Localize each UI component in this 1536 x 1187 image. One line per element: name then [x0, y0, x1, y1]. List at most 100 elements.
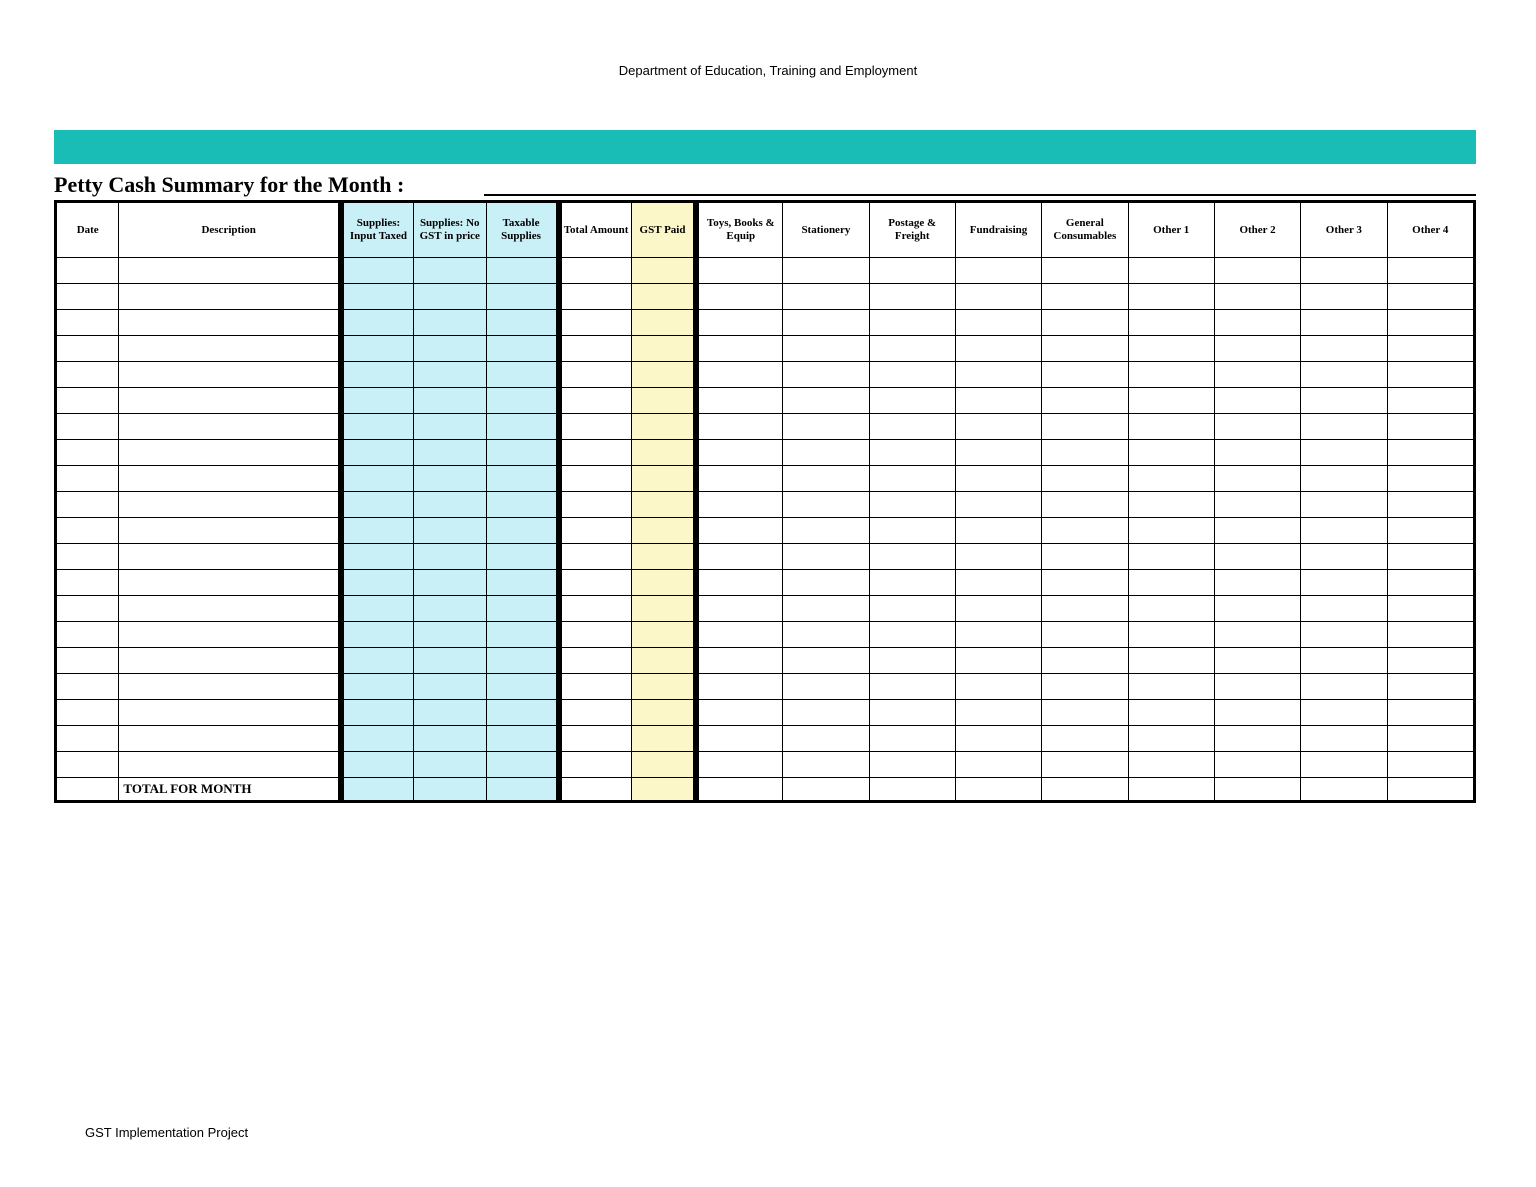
cell[interactable] [955, 310, 1041, 336]
cell[interactable] [955, 284, 1041, 310]
cell[interactable] [559, 518, 632, 544]
cell[interactable] [1042, 596, 1128, 622]
cell[interactable] [1042, 622, 1128, 648]
cell[interactable] [1387, 284, 1473, 310]
cell[interactable] [559, 336, 632, 362]
cell[interactable] [57, 310, 119, 336]
cell[interactable] [869, 518, 955, 544]
cell[interactable] [559, 726, 632, 752]
cell[interactable] [783, 544, 869, 570]
cell[interactable] [57, 752, 119, 778]
cell[interactable] [1214, 648, 1300, 674]
cell[interactable] [1042, 518, 1128, 544]
cell[interactable] [783, 440, 869, 466]
cell[interactable] [119, 284, 341, 310]
cell[interactable] [783, 622, 869, 648]
cell[interactable] [57, 700, 119, 726]
cell[interactable] [631, 648, 696, 674]
cell[interactable] [119, 648, 341, 674]
cell[interactable] [413, 362, 486, 388]
cell[interactable] [631, 752, 696, 778]
cell[interactable] [1301, 596, 1387, 622]
cell[interactable] [1387, 310, 1473, 336]
cell[interactable] [1301, 310, 1387, 336]
cell[interactable] [783, 518, 869, 544]
cell[interactable] [559, 284, 632, 310]
cell[interactable] [1214, 492, 1300, 518]
cell[interactable] [1214, 674, 1300, 700]
cell[interactable] [955, 752, 1041, 778]
cell[interactable] [1387, 388, 1473, 414]
cell[interactable] [1042, 362, 1128, 388]
cell[interactable] [57, 414, 119, 440]
cell[interactable] [869, 674, 955, 700]
cell[interactable] [486, 726, 559, 752]
cell[interactable] [955, 622, 1041, 648]
cell[interactable] [1128, 622, 1214, 648]
cell[interactable] [341, 258, 414, 284]
cell[interactable] [119, 596, 341, 622]
cell[interactable] [1301, 570, 1387, 596]
cell[interactable] [486, 570, 559, 596]
cell[interactable] [486, 414, 559, 440]
cell[interactable] [869, 258, 955, 284]
cell[interactable] [119, 622, 341, 648]
cell[interactable] [559, 414, 632, 440]
cell[interactable] [696, 752, 782, 778]
cell[interactable] [1387, 336, 1473, 362]
cell[interactable] [1042, 414, 1128, 440]
cell[interactable] [341, 648, 414, 674]
cell[interactable] [869, 752, 955, 778]
cell[interactable] [696, 674, 782, 700]
cell[interactable] [631, 388, 696, 414]
cell[interactable] [119, 362, 341, 388]
cell[interactable] [696, 648, 782, 674]
cell[interactable] [1214, 622, 1300, 648]
cell[interactable] [631, 596, 696, 622]
cell[interactable] [57, 648, 119, 674]
cell[interactable] [631, 466, 696, 492]
cell[interactable] [955, 336, 1041, 362]
cell[interactable] [1301, 466, 1387, 492]
cell[interactable] [955, 596, 1041, 622]
cell[interactable] [1128, 414, 1214, 440]
cell[interactable] [955, 466, 1041, 492]
cell[interactable] [1128, 648, 1214, 674]
cell[interactable] [869, 544, 955, 570]
cell[interactable] [1128, 466, 1214, 492]
cell[interactable] [1214, 518, 1300, 544]
cell[interactable] [413, 258, 486, 284]
cell[interactable] [486, 440, 559, 466]
cell[interactable] [1214, 362, 1300, 388]
cell[interactable] [119, 518, 341, 544]
cell[interactable] [1214, 726, 1300, 752]
cell[interactable] [631, 440, 696, 466]
cell[interactable] [783, 362, 869, 388]
cell[interactable] [1301, 544, 1387, 570]
cell[interactable] [955, 440, 1041, 466]
cell[interactable] [696, 726, 782, 752]
cell[interactable] [1214, 258, 1300, 284]
cell[interactable] [1128, 674, 1214, 700]
cell[interactable] [1128, 310, 1214, 336]
cell[interactable] [1128, 752, 1214, 778]
cell[interactable] [1042, 258, 1128, 284]
cell[interactable] [119, 466, 341, 492]
cell[interactable] [486, 622, 559, 648]
cell[interactable] [486, 518, 559, 544]
cell[interactable] [1387, 518, 1473, 544]
cell[interactable] [413, 466, 486, 492]
cell[interactable] [783, 570, 869, 596]
cell[interactable] [1301, 492, 1387, 518]
cell[interactable] [559, 492, 632, 518]
cell[interactable] [631, 258, 696, 284]
cell[interactable] [413, 648, 486, 674]
cell[interactable] [1214, 440, 1300, 466]
cell[interactable] [1301, 700, 1387, 726]
cell[interactable] [1128, 726, 1214, 752]
cell[interactable] [486, 388, 559, 414]
cell[interactable] [1042, 752, 1128, 778]
cell[interactable] [1301, 518, 1387, 544]
cell[interactable] [1387, 752, 1473, 778]
cell[interactable] [1042, 284, 1128, 310]
